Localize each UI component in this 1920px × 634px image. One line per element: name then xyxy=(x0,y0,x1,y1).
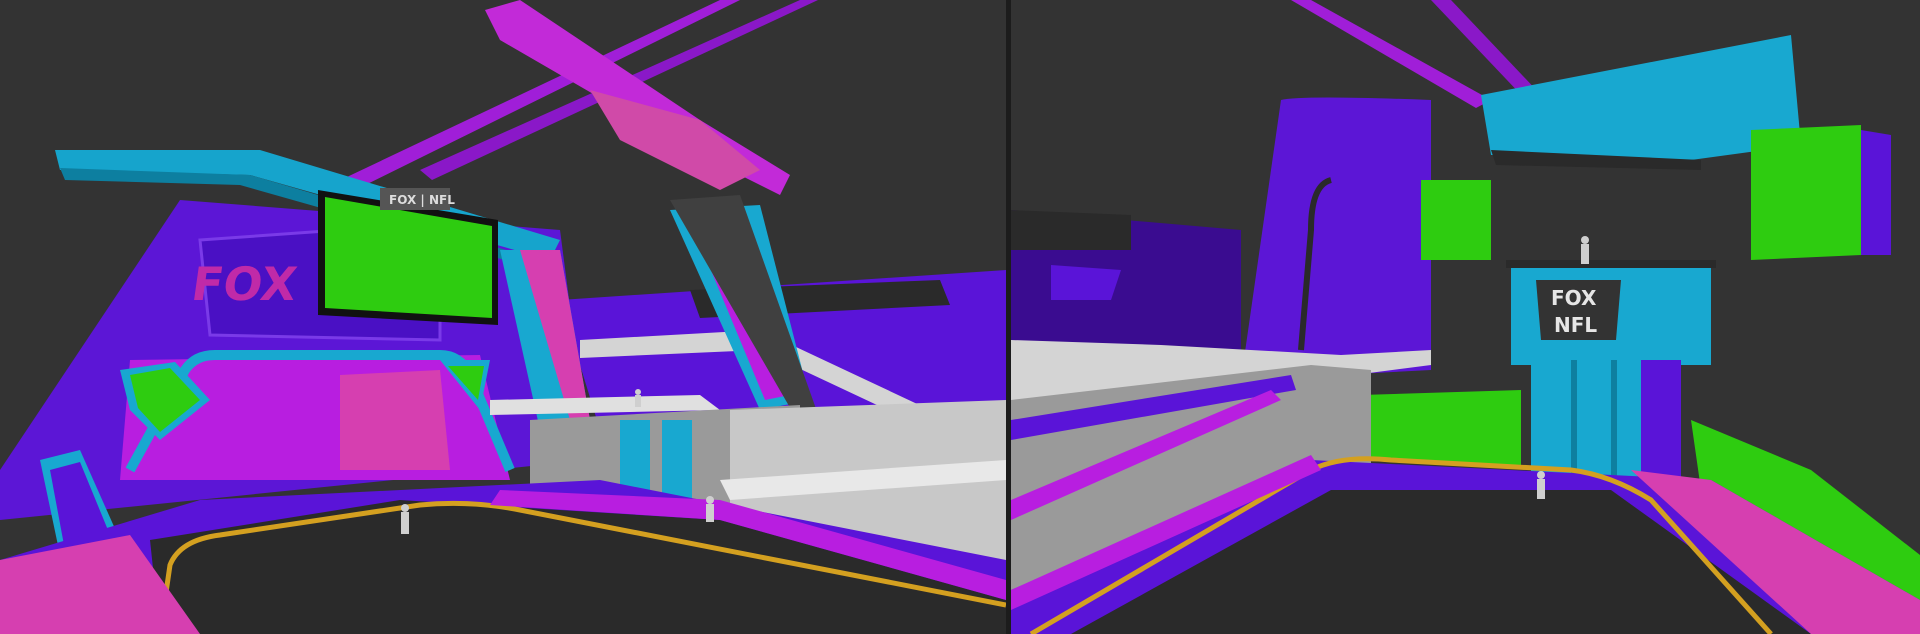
desk-nfl-logo: NFL xyxy=(1554,313,1597,337)
right-viewport[interactable]: FOX NFL xyxy=(1011,0,1920,634)
arch xyxy=(120,350,515,480)
right-studio-render: FOX NFL xyxy=(1011,0,1920,634)
scoreboard-logo: FOX | NFL xyxy=(389,193,455,207)
left-studio-render: FOX FOX | NFL xyxy=(0,0,1006,634)
left-viewport[interactable]: FOX FOX | NFL xyxy=(0,0,1006,634)
desk-fox-logo: FOX xyxy=(1551,286,1597,310)
backdrop-fox-logo: FOX xyxy=(188,257,300,311)
